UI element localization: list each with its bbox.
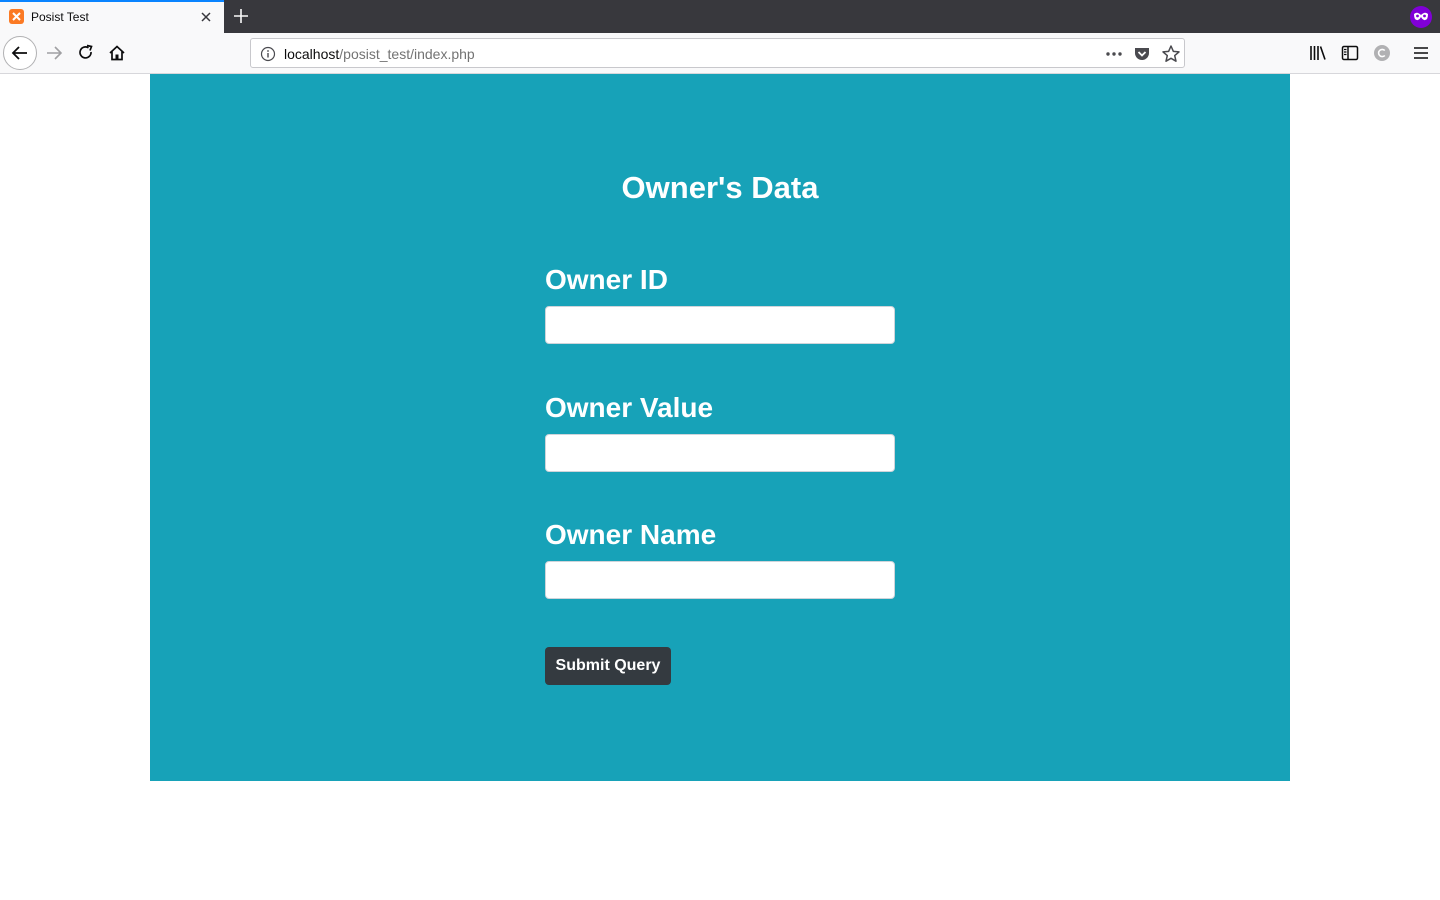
site-info-icon[interactable] — [260, 46, 276, 62]
sidebar-toggle-icon[interactable] — [1340, 43, 1360, 63]
home-button[interactable] — [101, 37, 133, 69]
hamburger-menu-icon[interactable] — [1411, 43, 1431, 63]
page-title: Owner's Data — [621, 170, 819, 205]
pocket-icon[interactable] — [1133, 45, 1151, 63]
page-actions-more-icon[interactable] — [1104, 46, 1124, 62]
xampp-favicon-icon — [9, 9, 24, 24]
back-button[interactable] — [3, 36, 37, 70]
tab-title: Posist Test — [31, 10, 89, 24]
library-icon[interactable] — [1308, 43, 1328, 63]
tab-strip: Posist Test — [0, 0, 1440, 33]
page-viewport: Owner's Data Owner ID Owner Value Owner … — [0, 74, 1440, 900]
url-path: /posist_test/index.php — [339, 46, 475, 62]
owner-id-input[interactable] — [545, 306, 895, 344]
owner-value-input[interactable] — [545, 434, 895, 472]
owner-id-label: Owner ID — [545, 264, 668, 295]
new-tab-icon[interactable] — [231, 6, 251, 26]
close-tab-icon[interactable] — [198, 9, 214, 25]
tab-posist-test[interactable]: Posist Test — [0, 0, 224, 33]
owner-form-panel: Owner's Data Owner ID Owner Value Owner … — [150, 74, 1290, 781]
url-text[interactable]: localhost/posist_test/index.php — [284, 46, 475, 62]
account-avatar-icon[interactable] — [1372, 43, 1392, 63]
private-mask-extension-icon[interactable] — [1410, 6, 1432, 28]
submit-query-button[interactable]: Submit Query — [545, 647, 671, 685]
navigation-toolbar: localhost/posist_test/index.php — [0, 33, 1440, 74]
owner-value-label: Owner Value — [545, 392, 714, 423]
reload-button[interactable] — [70, 37, 102, 69]
url-bar[interactable]: localhost/posist_test/index.php — [250, 38, 1185, 68]
owner-name-input[interactable] — [545, 561, 895, 599]
forward-button[interactable] — [38, 37, 70, 69]
owner-name-label: Owner Name — [545, 519, 717, 550]
url-host: localhost — [284, 46, 340, 62]
bookmark-star-icon[interactable] — [1161, 44, 1181, 64]
